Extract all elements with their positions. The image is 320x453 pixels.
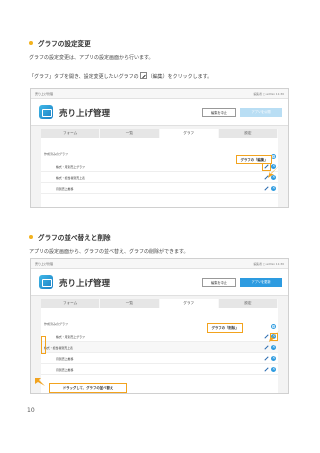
paragraph-3: アプリの設定画面から、グラフの並べ替え、グラフの削除ができます。 — [29, 249, 189, 255]
panel-label: 作成済みのグラフ — [44, 152, 69, 156]
top-bar: 売り上げ管理 編集者 ▢ admin 11:30 — [31, 259, 288, 269]
drag-handle-highlight — [41, 336, 46, 354]
tab-bar: フォーム 一覧 グラフ 設定 — [41, 299, 278, 308]
tab-form[interactable]: フォーム — [41, 129, 101, 138]
paragraph-2-after: （編集）をクリックします。 — [147, 74, 213, 80]
graph-row-label: 株式・月別売上グラフ — [56, 335, 85, 339]
tab-graph[interactable]: グラフ — [159, 129, 219, 138]
user-info: 編集者 ▢ admin 11:30 — [253, 92, 284, 96]
paragraph-1: グラフの設定変更は、アプリの設定画面から行います。 — [29, 55, 154, 61]
delete-icon[interactable] — [271, 355, 276, 361]
tab-graph[interactable]: グラフ — [159, 299, 219, 308]
graph-row-label: 株式・担当者別売上表 — [56, 176, 85, 180]
section-title-2: グラフの並べ替えと削除 — [29, 232, 111, 242]
app-title: 売り上げ管理 — [59, 279, 111, 289]
arrow-icon — [268, 166, 279, 178]
graph-row: 月別売上推移 — [41, 353, 278, 364]
breadcrumb[interactable]: 売り上げ管理 — [35, 92, 53, 96]
arrow-icon — [35, 378, 45, 386]
app-header: 売り上げ管理 編集を中止 アプリを更新 — [31, 269, 288, 296]
graph-row-label: 月別売上推移 — [56, 368, 74, 372]
delete-icon[interactable] — [271, 185, 276, 191]
stop-edit-button[interactable]: 編集を中止 — [202, 278, 236, 287]
section-title-1: グラフの設定変更 — [29, 38, 91, 48]
delete-icon[interactable] — [271, 366, 276, 372]
app-title: 売り上げ管理 — [59, 109, 111, 119]
edit-callout: グラフの「編集」 — [236, 155, 272, 164]
app-icon — [39, 105, 53, 119]
user-info: 編集者 ▢ admin 11:30 — [253, 262, 284, 266]
delete-icon[interactable] — [271, 344, 276, 350]
graph-row[interactable]: 株式・担当者別売上表 — [41, 342, 278, 353]
app-header: 売り上げ管理 編集を中止 アプリを公開 — [31, 99, 288, 126]
page-number: 10 — [27, 407, 35, 414]
breadcrumb[interactable]: 売り上げ管理 — [35, 262, 53, 266]
tab-list[interactable]: 一覧 — [100, 299, 160, 308]
graph-panel: 作成済みのグラフ 株式・月別売上グラフ 株式・担当者別売上表 月別売上推移 月別… — [41, 308, 278, 393]
graph-row: 月別売上推移 — [41, 183, 278, 194]
stop-edit-button[interactable]: 編集を中止 — [202, 108, 236, 117]
graph-row-label: 月別売上推移 — [56, 357, 74, 361]
tab-settings[interactable]: 設定 — [219, 129, 278, 138]
graph-row-label: 株式・担当者別売上表 — [44, 346, 73, 350]
bullet-icon — [29, 235, 33, 239]
tab-list[interactable]: 一覧 — [100, 129, 160, 138]
tab-bar: フォーム 一覧 グラフ 設定 — [41, 129, 278, 138]
drag-callout: ドラッグして、グラフの並べ替え — [49, 383, 127, 393]
edit-pencil-icon[interactable] — [264, 186, 269, 191]
section-title-text: グラフの並べ替えと削除 — [38, 234, 111, 242]
paragraph-2: 「グラフ」タブを開き、設定変更したいグラフの （編集）をクリックします。 — [29, 72, 212, 80]
bullet-icon — [29, 41, 33, 45]
app-icon — [39, 275, 53, 289]
graph-panel: 作成済みのグラフ 株式・月別売上グラフ 株式・担当者別売上表 月別売上推移 + — [41, 138, 278, 207]
tab-form[interactable]: フォーム — [41, 299, 101, 308]
graph-row: 株式・担当者別売上表 — [41, 172, 278, 183]
graph-row: 月別売上推移 — [41, 364, 278, 375]
section-title-text: グラフの設定変更 — [38, 40, 91, 48]
top-bar: 売り上げ管理 編集者 ▢ admin 11:30 — [31, 89, 288, 99]
edit-pencil-icon[interactable] — [264, 345, 269, 350]
arrow-icon — [269, 330, 280, 342]
publish-app-button[interactable]: アプリを公開 — [240, 108, 282, 117]
tab-settings[interactable]: 設定 — [219, 299, 278, 308]
screenshot-graph-edit: 売り上げ管理 編集者 ▢ admin 11:30 売り上げ管理 編集を中止 アプ… — [30, 88, 289, 208]
delete-callout: グラフの「削除」 — [207, 323, 243, 333]
edit-pencil-icon[interactable] — [264, 356, 269, 361]
edit-pencil-icon[interactable] — [264, 367, 269, 372]
paragraph-2-before: 「グラフ」タブを開き、設定変更したいグラフの — [29, 74, 139, 80]
panel-label: 作成済みのグラフ — [44, 322, 69, 326]
update-app-button[interactable]: アプリを更新 — [240, 278, 282, 287]
graph-row-label: 月別売上推移 — [56, 187, 74, 191]
pencil-icon — [139, 72, 147, 79]
graph-row-label: 株式・月別売上グラフ — [56, 165, 85, 169]
screenshot-graph-sort-delete: 売り上げ管理 編集者 ▢ admin 11:30 売り上げ管理 編集を中止 アプ… — [30, 258, 289, 394]
